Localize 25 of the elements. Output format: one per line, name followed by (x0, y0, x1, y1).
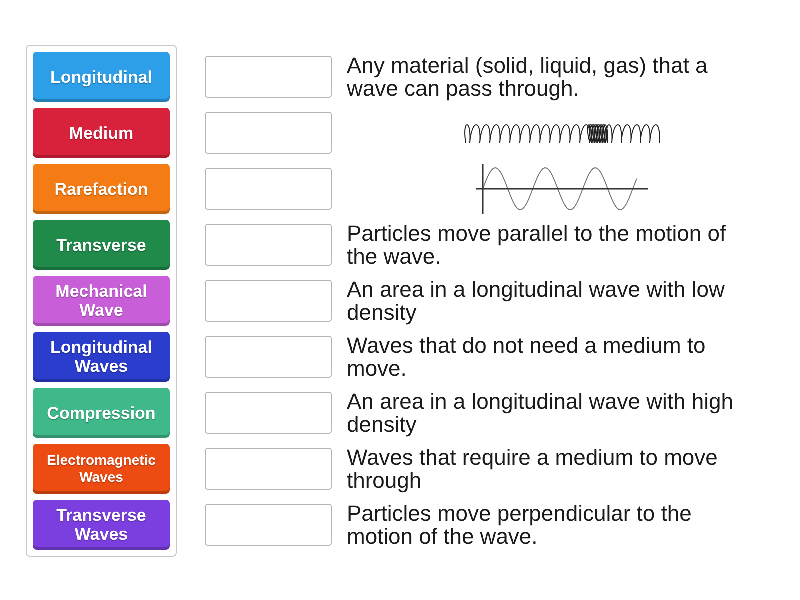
clue-text: An area in a longitudinal wave with low density (347, 278, 726, 324)
drop-slot[interactable] (205, 504, 332, 546)
clue-text: Any material (solid, liquid, gas) that a wave can pass through. (347, 54, 709, 100)
drop-slot[interactable] (205, 392, 332, 434)
clue-text: Particles move perpendicular to the motion of the wave. (347, 502, 693, 548)
drop-slot[interactable] (205, 448, 332, 490)
answer-tile[interactable]: Compression (33, 388, 170, 438)
clue-text: Waves that require a medium to move through (347, 446, 719, 492)
answer-tile[interactable]: Longitudinal Waves (33, 332, 170, 382)
drop-slot[interactable] (205, 168, 332, 210)
answer-tile[interactable]: Longitudinal (33, 52, 170, 102)
clue-text: An area in a longitudinal wave with high density (347, 390, 734, 436)
answer-tile[interactable]: Mechanical Wave (33, 276, 170, 326)
clue-text: Waves that do not need a medium to move. (347, 334, 707, 380)
answer-tile[interactable]: Rarefaction (33, 164, 170, 214)
drop-slot[interactable] (205, 112, 332, 154)
answer-tile[interactable]: Transverse (33, 220, 170, 270)
drop-slot[interactable] (205, 336, 332, 378)
answer-tile[interactable]: Medium (33, 108, 170, 158)
answer-tile[interactable]: Transverse Waves (33, 500, 170, 550)
answer-tile[interactable]: Electromagnetic Waves (33, 444, 170, 494)
drop-slot[interactable] (205, 280, 332, 322)
drop-slot[interactable] (205, 224, 332, 266)
clue-text: Particles move parallel to the motion of the wave. (347, 222, 728, 268)
drop-slot[interactable] (205, 56, 332, 98)
